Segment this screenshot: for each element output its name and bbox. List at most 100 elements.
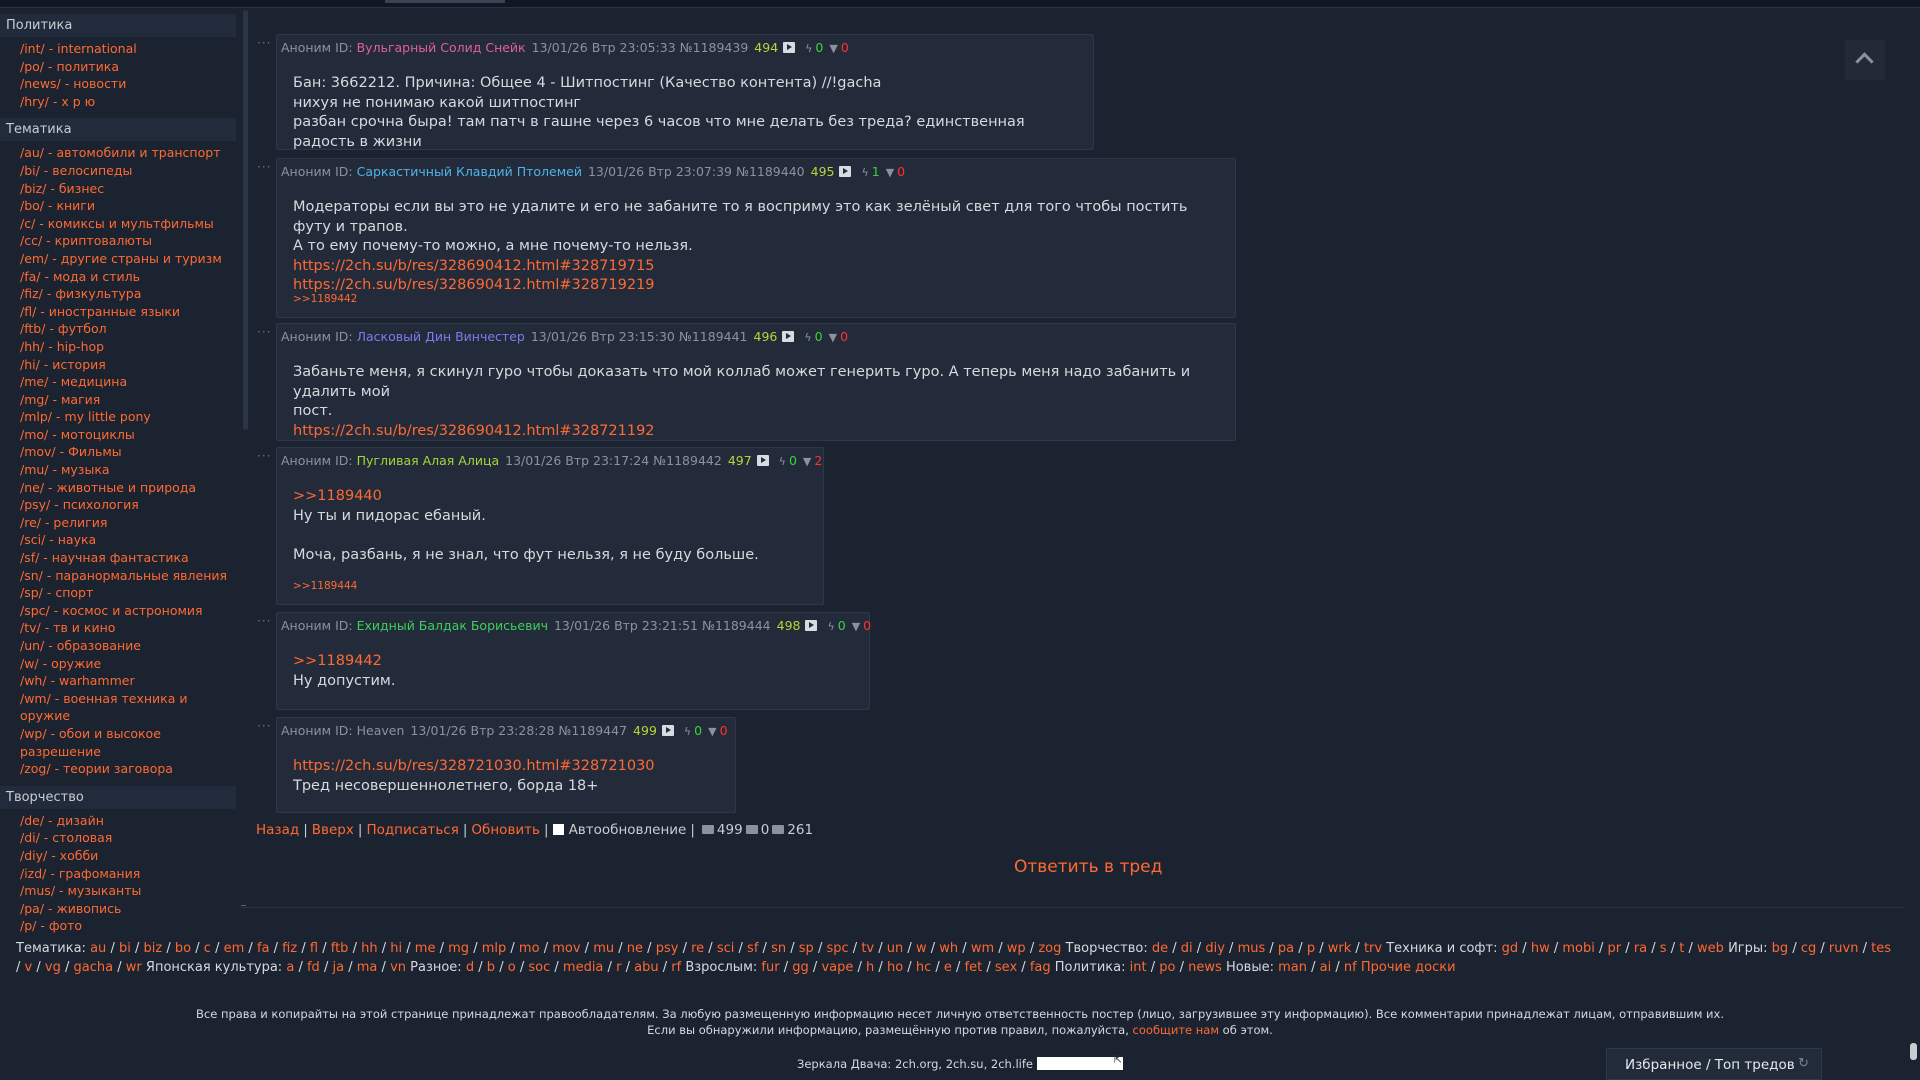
reply-ref-link[interactable]: >>1189442: [293, 293, 357, 305]
like-icon[interactable]: ϟ: [805, 42, 812, 55]
board-link[interactable]: zog: [1038, 941, 1061, 956]
board-link[interactable]: nf: [1344, 960, 1357, 975]
sidebar-board-link[interactable]: /c/ - комиксы и мультфильмы: [0, 215, 240, 233]
post-url-link[interactable]: https://2ch.su/b/res/328690412.html#3287…: [293, 258, 655, 274]
sidebar-board-link[interactable]: разрешение: [0, 743, 240, 761]
board-link[interactable]: pr: [1608, 941, 1622, 956]
board-link[interactable]: fd: [307, 960, 320, 975]
post-menu-icon[interactable]: ···: [257, 160, 271, 174]
board-link[interactable]: s: [1660, 941, 1667, 956]
board-link[interactable]: web: [1697, 941, 1724, 956]
board-link[interactable]: d: [466, 960, 474, 975]
sidebar-board-link[interactable]: /sp/ - спорт: [0, 584, 240, 602]
board-link[interactable]: rf: [671, 960, 681, 975]
board-link[interactable]: mu: [593, 941, 614, 956]
post-meta[interactable]: 13/01/26 Втр 23:07:39 №1189440: [588, 164, 805, 179]
sidebar-board-link[interactable]: /news/ - новости: [0, 75, 240, 93]
sidebar-board-link[interactable]: /hi/ - история: [0, 356, 240, 374]
board-link[interactable]: hw: [1531, 941, 1550, 956]
board-link[interactable]: bo: [175, 941, 191, 956]
board-link[interactable]: r: [616, 960, 621, 975]
board-link[interactable]: fet: [965, 960, 983, 975]
play-icon[interactable]: [839, 166, 852, 177]
post-meta[interactable]: 13/01/26 Втр 23:15:30 №1189441: [531, 329, 748, 344]
board-link[interactable]: mov: [552, 941, 580, 956]
board-link[interactable]: de: [1152, 941, 1168, 956]
board-link[interactable]: a: [286, 960, 294, 975]
favorites-label[interactable]: Избранное / Топ тредов: [1625, 1057, 1795, 1073]
play-icon[interactable]: [782, 331, 795, 342]
post-menu-icon[interactable]: ···: [257, 614, 271, 628]
dislike-icon[interactable]: ▼: [829, 42, 837, 55]
subscribe-link[interactable]: Подписаться: [366, 822, 458, 838]
sidebar-board-link[interactable]: /mg/ - магия: [0, 391, 240, 409]
board-link[interactable]: e: [944, 960, 952, 975]
like-icon[interactable]: ϟ: [827, 620, 834, 633]
sidebar-board-link[interactable]: /wp/ - обои и высокое: [0, 725, 240, 743]
board-link[interactable]: c: [204, 941, 211, 956]
board-link[interactable]: fa: [257, 941, 270, 956]
board-link[interactable]: ma: [357, 960, 378, 975]
sidebar-board-link[interactable]: /un/ - образование: [0, 637, 240, 655]
sidebar-board-link[interactable]: /sci/ - наука: [0, 531, 240, 549]
board-link[interactable]: abu: [634, 960, 658, 975]
board-link[interactable]: ruvn: [1829, 941, 1859, 956]
sidebar-board-link[interactable]: /wh/ - warhammer: [0, 672, 240, 690]
sidebar-board-link[interactable]: /me/ - медицина: [0, 373, 240, 391]
board-link[interactable]: ja: [333, 960, 345, 975]
board-link[interactable]: hh: [361, 941, 377, 956]
board-link[interactable]: pa: [1278, 941, 1294, 956]
board-link[interactable]: bg: [1772, 941, 1789, 956]
board-link[interactable]: ne: [627, 941, 643, 956]
board-link[interactable]: un: [887, 941, 903, 956]
sidebar-board-link[interactable]: /re/ - религия: [0, 514, 240, 532]
sidebar-board-link[interactable]: /bo/ - книги: [0, 197, 240, 215]
refresh-link[interactable]: Обновить: [471, 822, 540, 838]
sidebar-board-link[interactable]: /em/ - другие страны и туризм: [0, 250, 240, 268]
board-link[interactable]: sex: [995, 960, 1017, 975]
refresh-icon[interactable]: ↻: [1798, 1056, 1809, 1071]
dislike-icon[interactable]: ▼: [708, 725, 716, 738]
post-url-link[interactable]: https://2ch.su/b/res/328721030.html#3287…: [293, 758, 655, 774]
board-link[interactable]: news: [1188, 960, 1222, 975]
board-link[interactable]: di: [1181, 941, 1193, 956]
quote-link[interactable]: >>1189442: [293, 653, 382, 669]
dislike-icon[interactable]: ▼: [886, 166, 894, 179]
sidebar-board-link[interactable]: /diy/ - хобби: [0, 847, 240, 865]
back-link[interactable]: Назад: [256, 822, 299, 838]
board-link[interactable]: tv: [861, 941, 874, 956]
sidebar-board-link[interactable]: /ne/ - животные и природа: [0, 479, 240, 497]
like-icon[interactable]: ϟ: [684, 725, 691, 738]
post-url-link[interactable]: https://2ch.su/b/res/328690412.html#3287…: [293, 277, 655, 293]
sidebar-board-link[interactable]: /tv/ - тв и кино: [0, 619, 240, 637]
sidebar-board-link[interactable]: /de/ - дизайн: [0, 812, 240, 830]
like-icon[interactable]: ϟ: [804, 331, 811, 344]
sidebar-board-link[interactable]: /psy/ - психология: [0, 496, 240, 514]
board-link[interactable]: gg: [792, 960, 809, 975]
board-link[interactable]: mlp: [482, 941, 507, 956]
sidebar-board-link[interactable]: /spc/ - космос и астрономия: [0, 602, 240, 620]
play-icon[interactable]: [661, 725, 674, 736]
like-icon[interactable]: ϟ: [861, 166, 868, 179]
sidebar-board-link[interactable]: /po/ - политика: [0, 58, 240, 76]
board-link[interactable]: vn: [390, 960, 406, 975]
board-link[interactable]: sp: [799, 941, 814, 956]
play-icon[interactable]: [756, 455, 769, 466]
board-link[interactable]: re: [691, 941, 704, 956]
board-link[interactable]: gacha: [74, 960, 114, 975]
sidebar-board-link[interactable]: /di/ - столовая: [0, 829, 240, 847]
autoupdate-checkbox[interactable]: [552, 824, 564, 835]
board-link[interactable]: bi: [119, 941, 131, 956]
board-link[interactable]: diy: [1205, 941, 1225, 956]
board-link[interactable]: wp: [1007, 941, 1026, 956]
board-link[interactable]: ra: [1634, 941, 1647, 956]
sidebar-board-link[interactable]: /izd/ - графомания: [0, 865, 240, 883]
board-link[interactable]: sn: [771, 941, 786, 956]
post-meta[interactable]: 13/01/26 Втр 23:28:28 №1189447: [410, 723, 627, 738]
sidebar-board-link[interactable]: /mov/ - Фильмы: [0, 443, 240, 461]
dislike-icon[interactable]: ▼: [852, 620, 860, 633]
board-link[interactable]: fiz: [282, 941, 297, 956]
board-link[interactable]: tes: [1871, 941, 1891, 956]
sidebar-board-link[interactable]: /bi/ - велосипеды: [0, 162, 240, 180]
board-link[interactable]: sf: [747, 941, 758, 956]
